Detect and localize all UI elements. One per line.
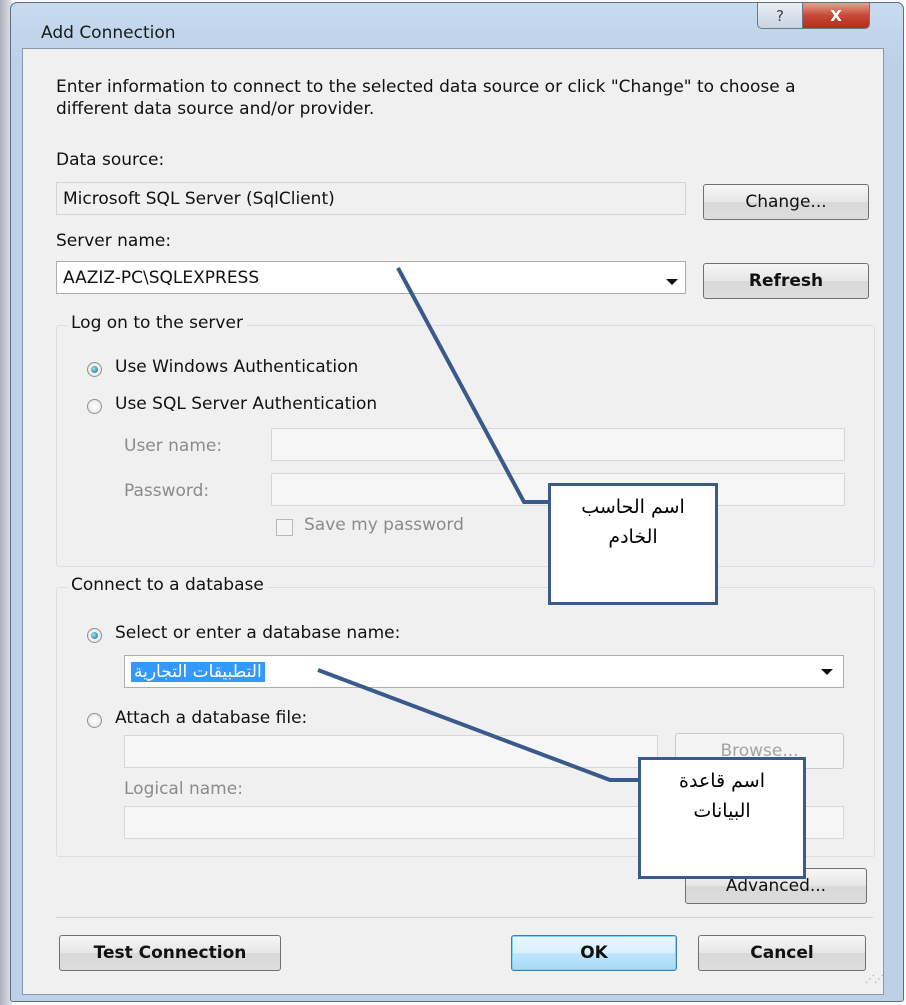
server-note-line-2: الخادم (608, 526, 658, 548)
database-annotation-line (317, 668, 640, 782)
database-annotation-box: اسم قاعدة البيانات (638, 757, 806, 879)
server-annotation-box: اسم الحاسب الخادم (548, 483, 718, 605)
server-annotation-line (396, 267, 552, 504)
db-note-line-1: اسم قاعدة (678, 770, 766, 792)
server-note-line-1: اسم الحاسب (581, 496, 685, 518)
db-note-line-2: البيانات (693, 800, 751, 822)
